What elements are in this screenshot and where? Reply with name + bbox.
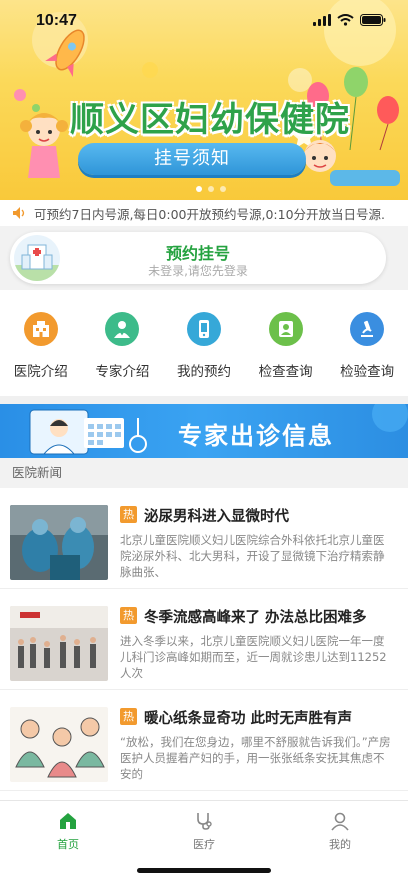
tab-home[interactable]: 首页 <box>0 801 136 883</box>
status-time: 10:47 <box>36 12 77 29</box>
expert-schedule-banner[interactable]: 专家出诊信息 <box>0 404 408 458</box>
menu-item-lab-query[interactable]: 检验查询 <box>326 290 408 396</box>
news-title: 冬季流感高峰来了 办法总比困难多 <box>144 610 367 626</box>
appointment-section: 预约挂号 未登录,请您先登录 <box>0 226 408 290</box>
appointment-card[interactable]: 预约挂号 未登录,请您先登录 <box>10 232 386 284</box>
menu-item-exam-query[interactable]: 检查查询 <box>245 290 327 396</box>
expert-banner-text: 专家出诊信息 <box>178 422 334 450</box>
home-icon <box>60 813 76 829</box>
menu-label: 医院介绍 <box>13 364 68 380</box>
banner-title: 顺义区妇幼保健院 <box>70 100 350 140</box>
stethoscope-icon <box>197 813 212 830</box>
news-item[interactable]: 热 冬季流感高峰来了 办法总比困难多 进入冬季以来，北京儿童医院顺义妇儿医院一年… <box>0 589 408 690</box>
news-title: 暖心纸条显奇功 此时无声胜有声 <box>144 711 353 727</box>
notice-text: 可预约7日内号源,每日0:00开放预约号源,0:10分开放当日号源. <box>34 206 386 222</box>
signal-icon <box>313 14 331 26</box>
menu-item-my-appointments[interactable]: 我的预约 <box>163 290 245 396</box>
news-thumbnail <box>10 505 108 580</box>
microscope-icon <box>350 312 385 346</box>
menu-item-hospital-intro[interactable]: 医院介绍 <box>0 290 82 396</box>
battery-icon <box>360 14 386 26</box>
news-summary: 进入冬季以来，北京儿童医院顺义妇儿医院一年一度儿科门诊高峰如期而至，近一周就诊患… <box>120 634 387 680</box>
news-thumbnail <box>10 606 108 681</box>
news-summary: 北京儿童医院顺义妇儿医院综合外科依托北京儿童医院泌尿外科、北大男科，开设了显微镜… <box>120 533 385 579</box>
news-summary: “放松，我们在您身边，哪里不舒服就告诉我们。”产房医护人员握着产妇的手，用一张张… <box>120 735 391 781</box>
login-prompt: 未登录,请您先登录 <box>148 264 248 278</box>
news-item[interactable]: 热 暖心纸条显奇功 此时无声胜有声 “放松，我们在您身边，哪里不舒服就告诉我们。… <box>0 690 408 791</box>
menu-label: 检查查询 <box>258 364 313 380</box>
news-title: 泌尿男科进入显微时代 <box>144 509 289 525</box>
wifi-icon <box>337 14 354 26</box>
news-thumbnail <box>10 707 108 782</box>
exam-user-icon <box>268 312 303 346</box>
hot-badge: 热 <box>120 708 137 725</box>
tab-label: 我的 <box>329 838 351 851</box>
menu-item-expert-intro[interactable]: 专家介绍 <box>82 290 164 396</box>
status-icons <box>313 14 386 26</box>
carousel-indicator <box>196 186 226 192</box>
home-indicator <box>137 868 271 873</box>
hot-badge: 热 <box>120 506 137 523</box>
news-section-header: 医院新闻 <box>0 458 408 488</box>
doctor-icon <box>105 312 140 346</box>
hospital-icon <box>23 312 58 346</box>
news-list: 热 泌尿男科进入显微时代 北京儿童医院顺义妇儿医院综合外科依托北京儿童医院泌尿外… <box>0 488 408 800</box>
phone-icon <box>186 312 221 346</box>
appointment-title: 预约挂号 <box>165 244 230 263</box>
user-icon <box>331 812 349 831</box>
news-item[interactable]: 热 泌尿男科进入显微时代 北京儿童医院顺义妇儿医院综合外科依托北京儿童医院泌尿外… <box>0 488 408 589</box>
hot-badge: 热 <box>120 607 137 624</box>
registration-notice-button[interactable]: 挂号须知 <box>78 143 306 175</box>
tab-label: 医疗 <box>193 838 215 851</box>
tab-label: 首页 <box>57 838 79 851</box>
menu-label: 我的预约 <box>176 364 231 380</box>
section-divider <box>0 396 408 404</box>
quick-menu: 医院介绍 专家介绍 我的预约 检查查询 检验查询 <box>0 290 408 396</box>
status-bar: 10:47 <box>0 0 408 44</box>
carousel-dot[interactable] <box>208 186 214 192</box>
carousel-dot[interactable] <box>196 186 202 192</box>
menu-label: 检验查询 <box>340 364 395 380</box>
speaker-icon <box>13 207 25 219</box>
carousel-dot[interactable] <box>220 186 226 192</box>
notice-bar: 可预约7日内号源,每日0:00开放预约号源,0:10分开放当日号源. <box>0 200 408 226</box>
menu-label: 专家介绍 <box>95 364 150 380</box>
tab-profile[interactable]: 我的 <box>272 801 408 883</box>
